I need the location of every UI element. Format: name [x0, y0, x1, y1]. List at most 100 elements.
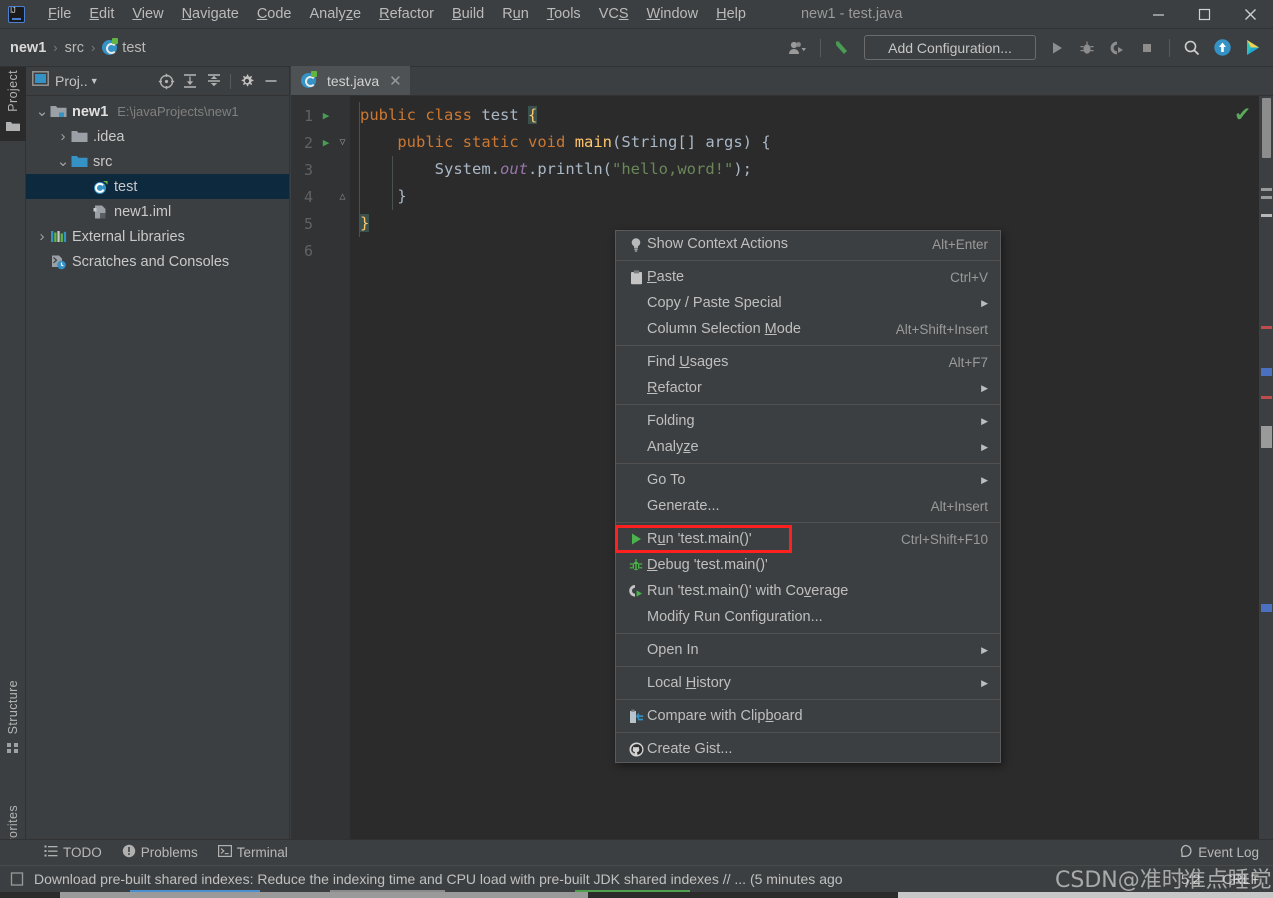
inspection-ok-icon[interactable]: ✔ [1234, 102, 1251, 127]
update-project-icon[interactable] [828, 33, 858, 63]
select-opened-file-icon[interactable] [154, 69, 178, 93]
tree-node-new1-iml[interactable]: new1.iml [26, 199, 289, 224]
tree-node-scratches-and-consoles[interactable]: Scratches and Consoles [26, 249, 289, 274]
context-menu-item-open-in[interactable]: Open In ▶ [616, 637, 1000, 663]
event-log-button[interactable]: Event Log [1178, 844, 1273, 862]
context-menu-item-local-history[interactable]: Local History ▶ [616, 670, 1000, 696]
context-menu-item-create-gist[interactable]: Create Gist... [616, 736, 1000, 762]
context-menu-item-show-context-actions[interactable]: Show Context Actions Alt+Enter [616, 231, 1000, 257]
chevron-right-icon[interactable]: › [34, 228, 50, 245]
context-menu-item-run-test-main-with-coverage[interactable]: Run 'test.main()' with Coverage [616, 578, 1000, 604]
menu-help[interactable]: Help [707, 2, 755, 26]
run-gutter-icon[interactable]: ▶ [318, 136, 334, 149]
code-line-3: System.out.println("hello,word!"); [434, 160, 752, 178]
context-menu-item-find-usages[interactable]: Find Usages Alt+F7 [616, 349, 1000, 375]
context-menu-item-modify-run-configuration[interactable]: Modify Run Configuration... [616, 604, 1000, 630]
run-gutter-icon[interactable]: ▶ [318, 109, 334, 122]
horizontal-scrollbar[interactable] [0, 892, 1273, 898]
settings-gear-icon[interactable] [235, 69, 259, 93]
project-tool-window: Proj.. ▼ ⌄ new1 E:\javaProjects\new1 › .… [26, 67, 290, 839]
module-folder-icon [50, 104, 67, 120]
stop-icon[interactable] [1132, 33, 1162, 63]
context-menu-item-compare-with-clipboard[interactable]: Compare with Clipboard [616, 703, 1000, 729]
bottom-tab-problems[interactable]: Problems [112, 840, 208, 866]
deploy-icon[interactable] [1207, 33, 1237, 63]
close-icon[interactable]: ✕ [389, 72, 402, 90]
collapse-all-icon[interactable] [202, 69, 226, 93]
menu-file[interactable]: File [39, 2, 80, 26]
context-menu-item-analyze[interactable]: Analyze ▶ [616, 434, 1000, 460]
menu-code[interactable]: Code [248, 2, 301, 26]
ide-window: FileEditViewNavigateCodeAnalyzeRefactorB… [0, 0, 1273, 898]
sidebar-tab-project[interactable]: Project [0, 67, 26, 141]
editor-vertical-scrollbar[interactable] [1259, 96, 1273, 839]
breadcrumb-item-new1[interactable]: new1 [10, 40, 46, 56]
stripe-mark [1261, 604, 1272, 612]
tree-node-test[interactable]: test [26, 174, 289, 199]
breadcrumb-item-src[interactable]: src [65, 40, 84, 56]
status-message[interactable]: Download pre-built shared indexes: Reduc… [34, 871, 843, 887]
breadcrumb-item-test[interactable]: test [102, 38, 146, 56]
context-menu-icon-placeholder [625, 675, 647, 691]
context-menu-item-debug-test-main[interactable]: Debug 'test.main()' [616, 552, 1000, 578]
context-menu-item-paste[interactable]: Paste Ctrl+V [616, 264, 1000, 290]
add-configuration-button[interactable]: Add Configuration... [864, 35, 1036, 60]
context-menu-item-column-selection-mode[interactable]: Column Selection Mode Alt+Shift+Insert [616, 316, 1000, 342]
context-menu-item-folding[interactable]: Folding ▶ [616, 408, 1000, 434]
maximize-button[interactable] [1181, 0, 1227, 29]
minimize-button[interactable] [1135, 0, 1181, 29]
tree-node-label: new1.iml [114, 203, 172, 220]
fold-marker-end[interactable]: △ [336, 191, 349, 202]
scrollbar-thumb-left[interactable] [60, 892, 588, 898]
fold-marker[interactable]: ▽ [336, 137, 349, 148]
menu-window[interactable]: Window [638, 2, 708, 26]
search-everywhere-icon[interactable] [1177, 33, 1207, 63]
chevron-down-icon[interactable]: ⌄ [55, 154, 71, 169]
run-with-coverage-icon[interactable] [1102, 33, 1132, 63]
window-title: new1 - test.java [800, 6, 903, 22]
bottom-tab-todo[interactable]: TODO [34, 840, 112, 866]
menu-run[interactable]: Run [493, 2, 538, 26]
tree-node--idea[interactable]: › .idea [26, 124, 289, 149]
bottom-tab-todo-label: TODO [63, 845, 102, 860]
context-menu-item-copy-paste-special[interactable]: Copy / Paste Special ▶ [616, 290, 1000, 316]
menu-edit[interactable]: Edit [80, 2, 123, 26]
menu-analyze[interactable]: Analyze [301, 2, 371, 26]
user-accounts-icon[interactable] [783, 33, 813, 63]
scratches-icon [50, 254, 67, 270]
editor-gutter[interactable]: 1 ▶ 2 ▶ ▽ 3 4 △ 5 6 [291, 96, 350, 839]
chevron-down-icon[interactable]: ⌄ [34, 104, 50, 119]
menu-tools[interactable]: Tools [538, 2, 590, 26]
caret-position[interactable]: 5:2 [1181, 871, 1200, 887]
menu-view[interactable]: View [123, 2, 172, 26]
tree-node-external-libraries[interactable]: › External Libraries [26, 224, 289, 249]
chevron-down-icon[interactable]: ▼ [90, 76, 99, 86]
menu-build[interactable]: Build [443, 2, 493, 26]
context-menu-item-generate[interactable]: Generate... Alt+Insert [616, 493, 1000, 519]
menu-refactor[interactable]: Refactor [370, 2, 443, 26]
context-menu-item-label: Compare with Clipboard [647, 708, 803, 724]
inspection-stripe[interactable]: ✔ [1230, 96, 1259, 839]
editor-context-menu[interactable]: Show Context Actions Alt+Enter Paste Ctrl+V… [615, 230, 1001, 763]
scrollbar-thumb[interactable] [1262, 98, 1271, 158]
hide-panel-icon[interactable] [259, 69, 283, 93]
sidebar-tab-structure[interactable]: Structure [0, 677, 26, 759]
tree-node-src[interactable]: ⌄ src [26, 149, 289, 174]
menu-vcs[interactable]: VCS [590, 2, 638, 26]
expand-all-icon[interactable] [178, 69, 202, 93]
debug-icon[interactable] [1072, 33, 1102, 63]
menu-navigate[interactable]: Navigate [173, 2, 248, 26]
context-menu-item-go-to[interactable]: Go To ▶ [616, 467, 1000, 493]
context-menu-item-refactor[interactable]: Refactor ▶ [616, 375, 1000, 401]
close-button[interactable] [1227, 0, 1273, 29]
tree-node-new1[interactable]: ⌄ new1 E:\javaProjects\new1 [26, 99, 289, 124]
editor-tab-test-java[interactable]: test.java ✕ [291, 66, 410, 95]
scrollbar-thumb-right[interactable] [898, 892, 1273, 898]
ide-help-icon[interactable] [1237, 33, 1267, 63]
bottom-tab-terminal[interactable]: Terminal [208, 840, 298, 866]
chevron-right-icon[interactable]: › [55, 128, 71, 145]
notification-icon[interactable] [10, 871, 26, 887]
context-menu-item-run-test-main[interactable]: Run 'test.main()' Ctrl+Shift+F10 [616, 526, 1000, 552]
line-separator-indicator[interactable]: CRLF [1222, 871, 1259, 887]
run-icon[interactable] [1042, 33, 1072, 63]
